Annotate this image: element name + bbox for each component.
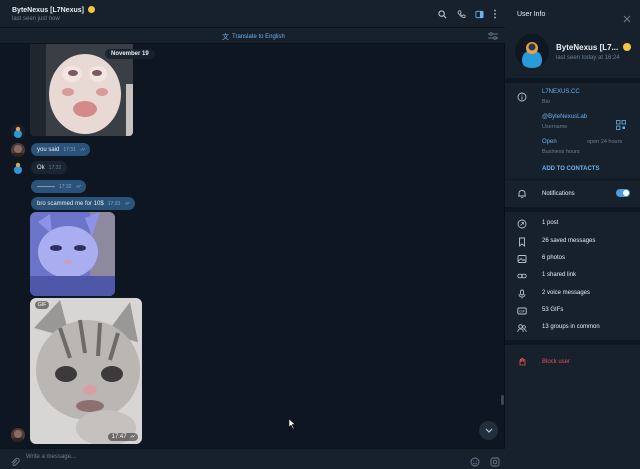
profile-name: ByteNexus [L7...: [556, 43, 632, 52]
avatar[interactable]: [11, 428, 25, 442]
phone-icon[interactable]: [455, 8, 467, 20]
chat-status: last seen just now: [12, 16, 60, 22]
date-separator: November 19: [105, 49, 155, 59]
business-hours-label: Business hours: [542, 149, 580, 155]
media-row-label: 1 shared link: [542, 272, 577, 278]
qr-code-icon[interactable]: [616, 117, 626, 130]
media-row-link[interactable]: 1 shared link: [505, 268, 640, 284]
user-info-panel: User Info ByteNexus [L7... last seen tod…: [505, 0, 640, 469]
info-icon: [516, 91, 528, 103]
avatar[interactable]: [11, 160, 25, 174]
translate-bar: 文 Translate to English: [0, 28, 505, 44]
message-bubble[interactable]: you said 17:31 ✓✓: [31, 143, 91, 156]
chevron-down-icon: [485, 428, 492, 433]
translate-icon: 文: [222, 34, 229, 41]
mouse-cursor-icon: [289, 419, 296, 429]
search-icon[interactable]: [436, 8, 448, 20]
message-list[interactable]: November 19 you said 17:31 ✓✓ Ok 17:32 —…: [0, 44, 505, 448]
telegram-window: ByteNexus [L7Nexus] last seen just now 文…: [0, 0, 640, 469]
microphone-icon: [516, 288, 528, 300]
media-row-label: 26 saved messages: [542, 238, 596, 244]
business-hours-value[interactable]: Open: [542, 139, 557, 145]
post-icon: [516, 218, 528, 230]
bell-icon: [516, 188, 528, 200]
close-icon[interactable]: [623, 10, 631, 23]
media-row-label: 13 groups in common: [542, 324, 600, 330]
message-time: 17:47 ✓✓: [107, 433, 138, 441]
profile-status: last seen today at 16:24: [556, 55, 620, 61]
sidebar-toggle-icon[interactable]: [473, 8, 485, 20]
bookmark-icon: [516, 236, 528, 248]
media-row-groups[interactable]: 13 groups in common: [505, 320, 640, 336]
avatar[interactable]: [11, 143, 25, 157]
emoji-status-icon: [623, 43, 632, 51]
business-hours-extra: open 24 hours: [587, 139, 623, 145]
username-value[interactable]: @ByteNexusLab: [542, 114, 587, 120]
user-info-header: User Info: [505, 0, 640, 28]
read-check-icon: ✓✓: [75, 183, 83, 190]
link-icon: [516, 270, 528, 282]
gif-message[interactable]: GIF 17:47 ✓✓: [30, 298, 142, 444]
notifications-toggle[interactable]: [616, 189, 630, 197]
bio-value[interactable]: L7NEXUS.CC: [542, 89, 580, 95]
media-row-microphone[interactable]: 2 voice messages: [505, 286, 640, 302]
panel-title: User Info: [517, 11, 546, 18]
translate-button[interactable]: 文 Translate to English: [222, 32, 285, 42]
emoji-icon[interactable]: [470, 454, 480, 467]
media-row-label: 1 post: [542, 220, 559, 226]
camera-icon[interactable]: [490, 454, 500, 467]
bio-label: Bio: [542, 99, 550, 105]
divider: [505, 78, 640, 83]
more-icon[interactable]: [489, 8, 501, 20]
divider: [505, 178, 640, 181]
message-input[interactable]: Write a message...: [26, 454, 76, 460]
message-bubble[interactable]: Ok 17:32: [31, 161, 68, 174]
svg-text:GIF: GIF: [519, 309, 525, 313]
chat-header[interactable]: ByteNexus [L7Nexus] last seen just now: [0, 0, 505, 28]
media-row-bookmark[interactable]: 26 saved messages: [505, 234, 640, 250]
gif-icon: GIF: [516, 305, 528, 317]
add-to-contacts-button[interactable]: ADD TO CONTACTS: [542, 166, 599, 172]
media-row-label: 2 voice messages: [542, 290, 591, 296]
message-bubble[interactable]: ——— 17:32 ✓✓: [31, 180, 86, 193]
block-user-button[interactable]: Block user: [542, 359, 570, 365]
block-icon: [516, 356, 528, 368]
read-check-icon: ✓✓: [124, 200, 131, 207]
notifications-label: Notifications: [542, 191, 575, 197]
avatar[interactable]: [11, 124, 25, 138]
scrollbar[interactable]: [501, 395, 504, 405]
groups-icon: [516, 322, 528, 334]
photo-message[interactable]: [30, 212, 115, 296]
message-bubble[interactable]: bro scammed me for 10$ 17:33 ✓✓: [31, 197, 135, 210]
divider: [505, 207, 640, 212]
emoji-status-icon: [87, 6, 95, 13]
attach-icon[interactable]: [10, 454, 20, 467]
composer: Write a message...: [0, 448, 505, 469]
chat-pane: ByteNexus [L7Nexus] last seen just now 文…: [0, 0, 505, 469]
gif-badge: GIF: [35, 301, 50, 309]
media-row-label: 53 GIFs: [542, 307, 564, 313]
read-check-icon: ✓✓: [129, 434, 137, 440]
username-label: Username: [542, 124, 568, 130]
profile-avatar[interactable]: [515, 34, 549, 68]
scroll-down-button[interactable]: [479, 421, 498, 440]
divider: [505, 340, 640, 345]
media-row-gif[interactable]: GIF 53 GIFs: [505, 303, 640, 319]
media-row-label: 6 photos: [542, 255, 566, 261]
media-row-photo[interactable]: 6 photos: [505, 251, 640, 267]
media-row-post[interactable]: 1 post: [505, 216, 640, 232]
chat-title[interactable]: ByteNexus [L7Nexus]: [12, 6, 95, 14]
profile-card: ByteNexus [L7... last seen today at 16:2…: [505, 28, 640, 78]
read-check-icon: ✓✓: [79, 146, 87, 153]
settings-sliders-icon[interactable]: [487, 30, 499, 42]
photo-icon: [516, 253, 528, 265]
